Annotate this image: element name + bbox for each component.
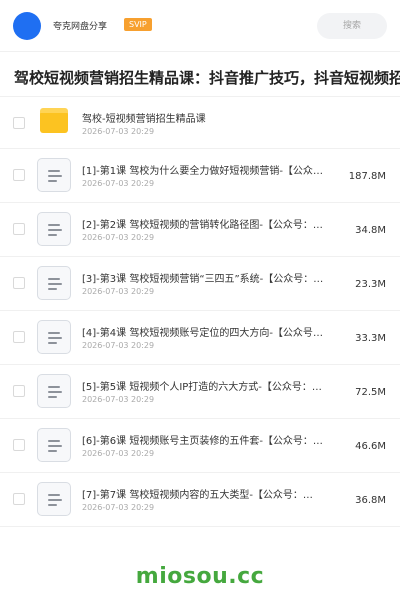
file-size: 36.8M (355, 495, 386, 506)
file-date: 2026-07-03 20:29 (82, 341, 155, 350)
file-size: 187.8M (348, 171, 386, 182)
row-checkbox[interactable] (13, 439, 25, 451)
file-row[interactable]: [5]-第5课 短视频个人IP打造的六大方式-【公众号：… 2026-07-03 … (0, 365, 400, 419)
folder-icon (40, 108, 68, 133)
row-checkbox[interactable] (13, 331, 25, 343)
file-size: 46.6M (355, 441, 386, 452)
row-checkbox[interactable] (13, 169, 25, 181)
file-row[interactable]: [7]-第7课 驾校短视频内容的五大类型-【公众号：… 2026-07-03 20… (0, 473, 400, 527)
document-icon (37, 428, 71, 462)
vip-badge: SVIP (124, 18, 152, 31)
file-size: 23.3M (355, 279, 386, 290)
row-checkbox[interactable] (13, 385, 25, 397)
file-row[interactable]: [6]-第6课 短视频账号主页装修的五件套-【公众号：… 2026-07-03 2… (0, 419, 400, 473)
row-checkbox[interactable] (13, 493, 25, 505)
file-name: [6]-第6课 短视频账号主页装修的五件套-【公众号：… (82, 436, 323, 447)
document-icon (37, 374, 71, 408)
document-icon (37, 482, 71, 516)
file-row[interactable]: [1]-第1课 驾校为什么要全力做好短视频营销-【公众号：… 2026-07-03… (0, 149, 400, 203)
username: 夸克网盘分享 (53, 22, 108, 32)
watermark: miosou.cc (135, 564, 265, 589)
file-size: 72.5M (355, 387, 386, 398)
file-name: [7]-第7课 驾校短视频内容的五大类型-【公众号：… (82, 490, 313, 501)
document-icon (37, 158, 71, 192)
page-title: 驾校短视频营销招生精品课：抖音推广技巧，抖音短视频招 (14, 69, 400, 87)
file-row[interactable]: [4]-第4课 驾校短视频账号定位的四大方向-【公众号：… 2026-07-03 … (0, 311, 400, 365)
row-checkbox[interactable] (13, 277, 25, 289)
row-checkbox[interactable] (13, 117, 25, 129)
file-date: 2026-07-03 20:29 (82, 395, 155, 404)
document-icon (37, 212, 71, 246)
folder-row[interactable]: 驾校-短视频营销招生精品课 2026-07-03 20:29 (0, 97, 400, 149)
document-icon (37, 266, 71, 300)
file-date: 2026-07-03 20:29 (82, 287, 155, 296)
file-row[interactable]: [3]-第3课 驾校短视频营销“三四五”系统-【公众号：… 2026-07-03 … (0, 257, 400, 311)
file-size: 34.8M (355, 225, 386, 236)
header: 夸克网盘分享 SVIP 搜索 (0, 0, 400, 52)
search-input[interactable]: 搜索 (317, 13, 387, 39)
file-name: [3]-第3课 驾校短视频营销“三四五”系统-【公众号：… (82, 274, 324, 285)
file-date: 2026-07-03 20:29 (82, 449, 155, 458)
file-size: 33.3M (355, 333, 386, 344)
file-date: 2026-07-03 20:29 (82, 233, 155, 242)
file-list: 驾校-短视频营销招生精品课 2026-07-03 20:29 [1]-第1课 驾… (0, 97, 400, 527)
file-name: [5]-第5课 短视频个人IP打造的六大方式-【公众号：… (82, 382, 322, 393)
file-date: 2026-07-03 20:29 (82, 503, 155, 512)
folder-name: 驾校-短视频营销招生精品课 (82, 114, 206, 125)
avatar[interactable] (13, 12, 41, 40)
folder-date: 2026-07-03 20:29 (82, 127, 155, 136)
file-row[interactable]: [2]-第2课 驾校短视频的营销转化路径图-【公众号：… 2026-07-03 2… (0, 203, 400, 257)
row-checkbox[interactable] (13, 223, 25, 235)
document-icon (37, 320, 71, 354)
file-date: 2026-07-03 20:29 (82, 179, 155, 188)
file-name: [2]-第2课 驾校短视频的营销转化路径图-【公众号：… (82, 220, 323, 231)
file-name: [4]-第4课 驾校短视频账号定位的四大方向-【公众号：… (82, 328, 324, 339)
file-name: [1]-第1课 驾校为什么要全力做好短视频营销-【公众号：… (82, 166, 324, 177)
